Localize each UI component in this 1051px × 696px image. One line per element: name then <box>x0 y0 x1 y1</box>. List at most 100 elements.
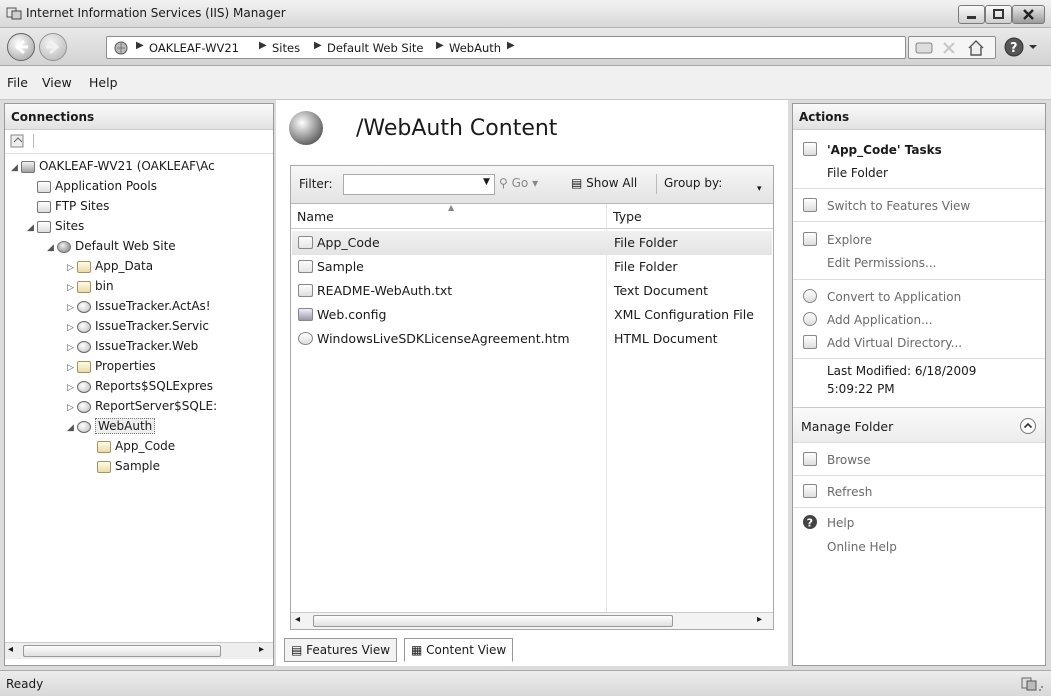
go-button[interactable]: ⚲ Go ▾ <box>499 176 538 190</box>
scroll-left-icon[interactable]: ◂ <box>8 644 13 655</box>
list-item[interactable]: Web.config XML Configuration File <box>292 303 772 327</box>
minimize-button[interactable] <box>958 5 985 24</box>
app-pools-icon <box>37 180 51 193</box>
tree-item-app-data[interactable]: ▷ App_Data <box>67 256 153 276</box>
add-virtual-directory-link[interactable]: Add Virtual Directory... <box>827 336 962 350</box>
tree-item-reports-sqlexpress[interactable]: ▷ Reports$SQLExpres <box>67 376 213 396</box>
tree-item-webauth[interactable]: ◢ WebAuth <box>67 416 156 438</box>
svg-text:?: ? <box>807 516 813 529</box>
connect-icon[interactable] <box>9 133 27 152</box>
list-item[interactable]: Sample File Folder <box>292 255 772 279</box>
explore-icon <box>803 232 817 246</box>
breadcrumb-webauth[interactable]: WebAuth <box>449 41 501 55</box>
tree-item-sites[interactable]: ◢ Sites <box>27 216 84 236</box>
breadcrumb[interactable]: ▶ OAKLEAF-WV21 ▶ Sites ▶ Default Web Sit… <box>106 36 906 59</box>
toolbar-overflow-icon[interactable]: ▾ <box>757 184 762 194</box>
browse-link[interactable]: Browse <box>827 453 871 467</box>
collapsed-icon[interactable]: ▷ <box>67 298 77 318</box>
close-button[interactable] <box>1012 5 1045 24</box>
online-help-link[interactable]: Online Help <box>827 540 897 554</box>
scroll-right-icon[interactable]: ▸ <box>757 614 762 625</box>
connections-panel: Connections ◢ OAKLEAF-WV21 (OAKLEAF\Ac Ap… <box>4 103 274 666</box>
expanded-icon[interactable]: ◢ <box>67 418 77 438</box>
expanded-icon[interactable]: ◢ <box>27 218 37 238</box>
tree-item-issuetracker-web[interactable]: ▷ IssueTracker.Web <box>67 336 198 356</box>
tree-item-bin[interactable]: ▷ bin <box>67 276 114 296</box>
tree-item-sample[interactable]: Sample <box>97 456 160 476</box>
tree-item-ftp-sites[interactable]: FTP Sites <box>37 196 109 216</box>
scroll-thumb[interactable] <box>23 645 221 657</box>
content-horizontal-scrollbar[interactable]: ◂ ▸ <box>291 612 773 629</box>
application-icon <box>77 420 91 433</box>
back-button[interactable] <box>7 33 35 61</box>
collapsed-icon[interactable]: ▷ <box>67 358 77 378</box>
add-virtual-directory-icon <box>803 335 817 349</box>
list-item[interactable]: README-WebAuth.txt Text Document <box>292 279 772 303</box>
connections-horizontal-scrollbar[interactable]: ◂ ▸ <box>5 642 273 659</box>
scroll-right-icon[interactable]: ▸ <box>259 644 264 655</box>
application-icon <box>77 400 91 413</box>
ftp-icon <box>37 200 51 213</box>
scroll-left-icon[interactable]: ◂ <box>295 614 300 625</box>
collapsed-icon[interactable]: ▷ <box>67 338 77 358</box>
collapsed-icon[interactable]: ▷ <box>67 398 77 418</box>
tree-item-issuetracker-service[interactable]: ▷ IssueTracker.Servic <box>67 316 209 336</box>
filter-dropdown-icon[interactable]: ▼ <box>483 177 490 187</box>
forward-button[interactable] <box>39 33 67 61</box>
stop-icon[interactable] <box>941 40 957 59</box>
folder-icon <box>97 440 111 453</box>
tree-item-properties[interactable]: ▷ Properties <box>67 356 156 376</box>
expanded-icon[interactable]: ◢ <box>11 158 21 178</box>
tree-item-reportserver-sqlexpress[interactable]: ▷ ReportServer$SQLE: <box>67 396 217 416</box>
breadcrumb-server[interactable]: OAKLEAF-WV21 <box>149 41 239 55</box>
collapse-icon[interactable] <box>1019 417 1037 438</box>
filter-input[interactable] <box>343 174 495 195</box>
iis-app-icon <box>6 6 22 20</box>
folder-icon <box>77 280 91 293</box>
explore-link[interactable]: Explore <box>827 233 872 247</box>
list-item[interactable]: App_Code File Folder <box>292 231 772 255</box>
menu-file[interactable]: File <box>7 75 28 90</box>
tab-features-view[interactable]: ▤ Features View <box>284 638 398 662</box>
refresh-connection-icon[interactable] <box>915 40 933 59</box>
scroll-thumb[interactable] <box>313 615 673 627</box>
edit-permissions-link[interactable]: Edit Permissions... <box>827 256 936 270</box>
menu-view[interactable]: View <box>42 75 72 90</box>
application-icon <box>77 300 91 313</box>
help-icon[interactable]: ? <box>1003 36 1039 61</box>
breadcrumb-separator-icon: ▶ <box>507 40 515 51</box>
group-by-label[interactable]: Group by: <box>664 176 722 190</box>
maximize-button[interactable] <box>985 5 1012 24</box>
show-all-button[interactable]: ▤ Show All <box>571 176 637 190</box>
column-header-name[interactable]: Name <box>297 209 334 224</box>
folder-icon <box>97 460 111 473</box>
refresh-link[interactable]: Refresh <box>827 485 872 499</box>
add-application-link[interactable]: Add Application... <box>827 313 933 327</box>
collapsed-icon[interactable]: ▷ <box>67 278 77 298</box>
expanded-icon[interactable]: ◢ <box>47 238 57 258</box>
help-link[interactable]: Help <box>827 516 854 530</box>
switch-to-features-view-link[interactable]: Switch to Features View <box>827 199 970 213</box>
home-icon[interactable] <box>967 39 985 60</box>
tree-item-app-code[interactable]: App_Code <box>97 436 175 456</box>
collapsed-icon[interactable]: ▷ <box>67 378 77 398</box>
back-arrow-icon <box>14 39 28 55</box>
list-item[interactable]: WindowsLiveSDKLicenseAgreement.htm HTML … <box>292 327 772 351</box>
menu-help[interactable]: Help <box>89 75 118 90</box>
collapsed-icon[interactable]: ▷ <box>67 258 77 278</box>
manage-folder-header[interactable]: Manage Folder <box>793 407 1045 443</box>
tree-item-application-pools[interactable]: Application Pools <box>37 176 157 196</box>
folder-icon <box>803 142 817 156</box>
breadcrumb-sites[interactable]: Sites <box>272 41 300 55</box>
tree-item-issuetracker-actas[interactable]: ▷ IssueTracker.ActAs! <box>67 296 211 316</box>
tree-item-default-web-site[interactable]: ◢ Default Web Site <box>47 236 176 256</box>
column-header-type[interactable]: Type <box>613 209 642 224</box>
collapsed-icon[interactable]: ▷ <box>67 318 77 338</box>
tab-content-view[interactable]: ▦ Content View <box>404 638 514 662</box>
breadcrumb-default-web-site[interactable]: Default Web Site <box>327 41 423 55</box>
last-modified-time: 5:09:22 PM <box>827 382 895 396</box>
tasks-subtitle: File Folder <box>827 166 888 180</box>
breadcrumb-separator-icon: ▶ <box>314 40 322 51</box>
convert-to-application-link[interactable]: Convert to Application <box>827 290 961 304</box>
tree-item-server[interactable]: ◢ OAKLEAF-WV21 (OAKLEAF\Ac <box>11 156 215 176</box>
